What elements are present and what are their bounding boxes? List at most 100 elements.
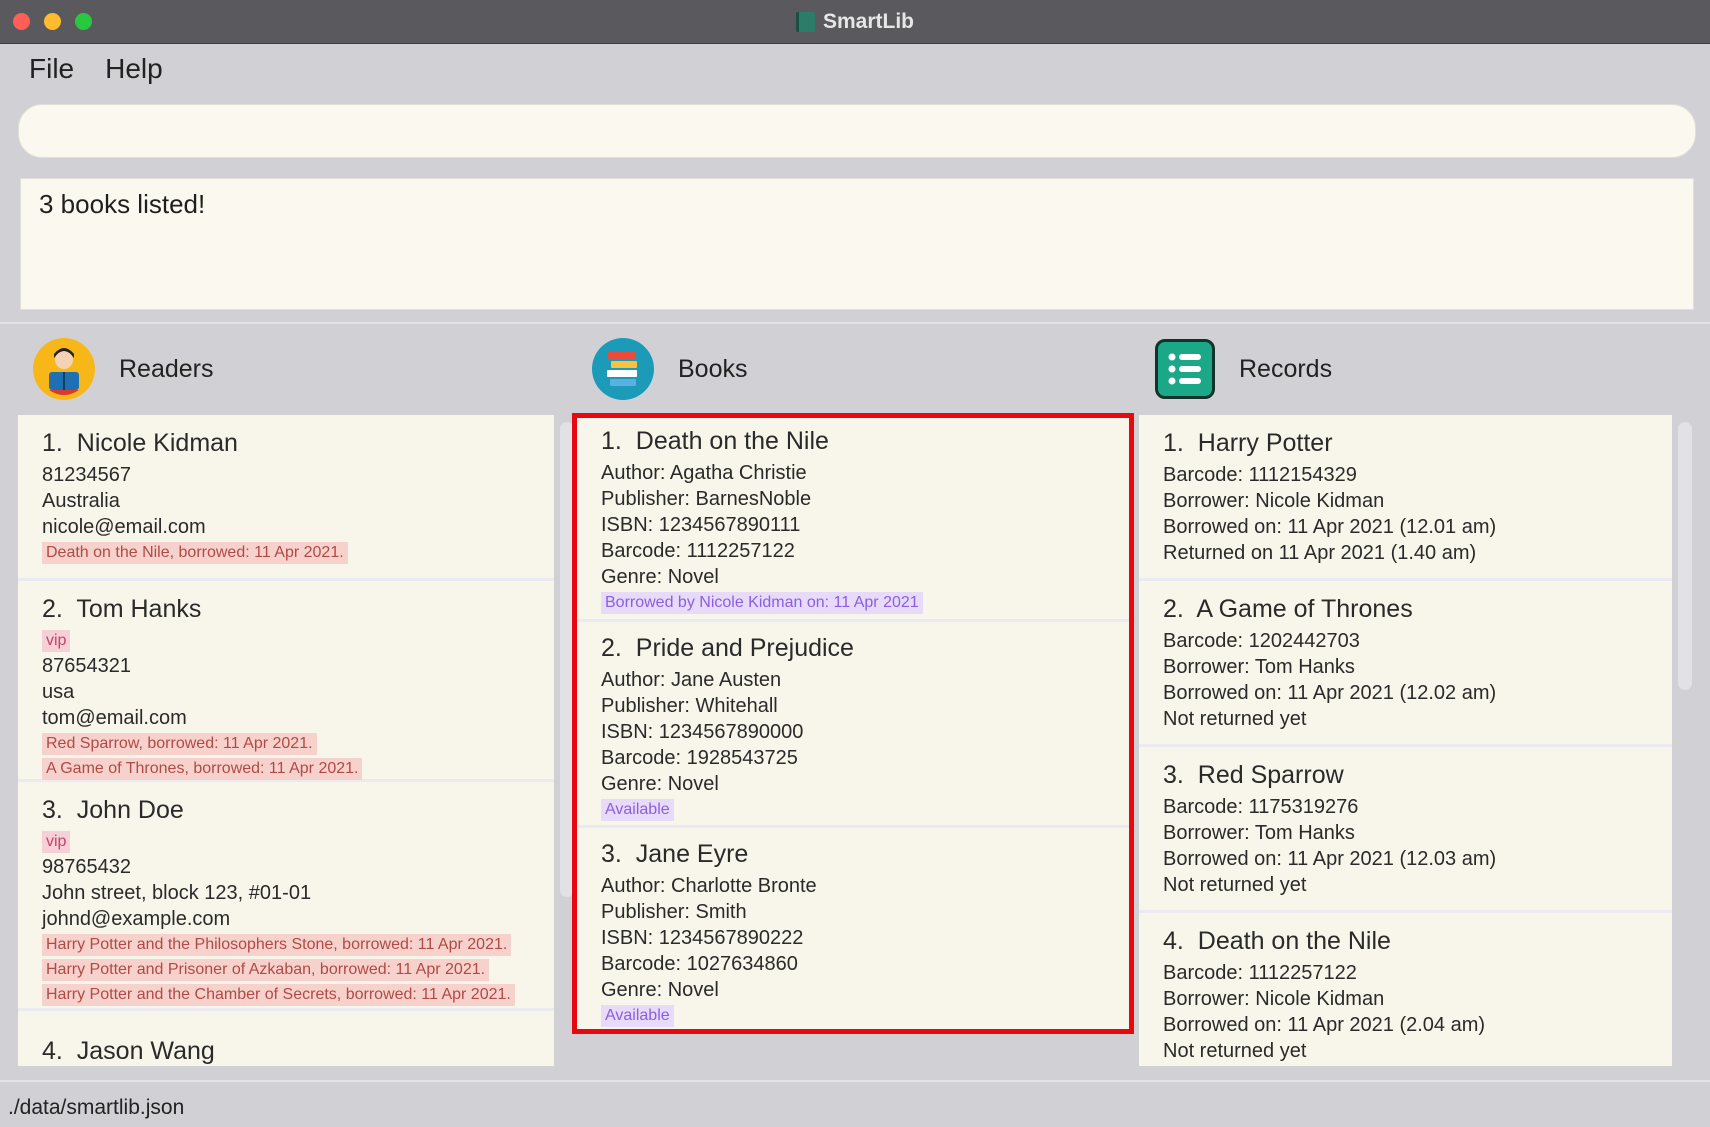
record-borrower: Borrower: Nicole Kidman <box>1163 988 1385 1010</box>
reader-name: 2. Tom Hanks <box>42 595 202 623</box>
reader-card[interactable]: 3. John Doe vip 98765432 John street, bl… <box>18 782 554 1011</box>
book-genre: Genre: Novel <box>601 566 719 588</box>
data-file-path: ./data/smartlib.json <box>8 1096 185 1119</box>
status-bar: ./data/smartlib.json <box>0 1080 1710 1127</box>
book-status-tag: Available <box>601 799 674 821</box>
app-window: SmartLib File Help 3 books listed! Reade… <box>0 0 1710 1127</box>
record-borrowed-on: Borrowed on: 11 Apr 2021 (2.04 am) <box>1163 1014 1486 1036</box>
book-barcode: Barcode: 1112257122 <box>601 540 795 562</box>
reader-email: tom@email.com <box>42 707 187 729</box>
books-title: Books <box>678 354 748 383</box>
record-title: 4. Death on the Nile <box>1163 927 1391 955</box>
record-barcode: Barcode: 1112154329 <box>1163 464 1357 486</box>
book-isbn: ISBN: 1234567890111 <box>601 514 801 536</box>
book-publisher: Publisher: Smith <box>601 901 747 923</box>
books-header: Books <box>592 337 747 401</box>
borrowed-book-tag: Death on the Nile, borrowed: 11 Apr 2021… <box>42 542 348 564</box>
record-barcode: Barcode: 1175319276 <box>1163 796 1359 818</box>
record-returned: Not returned yet <box>1163 874 1307 896</box>
reader-email: nicole@email.com <box>42 516 206 538</box>
borrowed-book-tag: Red Sparrow, borrowed: 11 Apr 2021. <box>42 733 317 755</box>
readers-title: Readers <box>119 354 214 383</box>
readers-list[interactable]: 1. Nicole Kidman 81234567 Australia nico… <box>18 415 554 1066</box>
book-publisher: Publisher: Whitehall <box>601 695 778 717</box>
record-borrowed-on: Borrowed on: 11 Apr 2021 (12.01 am) <box>1163 516 1497 538</box>
book-isbn: ISBN: 1234567890222 <box>601 927 804 949</box>
command-box <box>18 104 1696 158</box>
readers-header: Readers <box>33 337 214 401</box>
list-icon <box>1155 339 1215 399</box>
book-genre: Genre: Novel <box>601 979 719 1001</box>
records-scrollbar[interactable] <box>1678 422 1692 690</box>
record-returned: Returned on 11 Apr 2021 (1.40 am) <box>1163 542 1477 564</box>
reader-phone: 98765432 <box>42 856 131 878</box>
book-title: 1. Death on the Nile <box>601 427 829 455</box>
book-card[interactable]: 1. Death on the Nile Author: Agatha Chri… <box>577 415 1129 622</box>
book-isbn: ISBN: 1234567890000 <box>601 721 804 743</box>
divider <box>0 322 1710 324</box>
borrowed-book-tag: Harry Potter and Prisoner of Azkaban, bo… <box>42 959 490 981</box>
record-title: 2. A Game of Thrones <box>1163 595 1413 623</box>
menu-help[interactable]: Help <box>105 53 163 85</box>
records-list[interactable]: 1. Harry Potter Barcode: 1112154329 Borr… <box>1139 415 1672 1066</box>
record-borrowed-on: Borrowed on: 11 Apr 2021 (12.03 am) <box>1163 848 1497 870</box>
reader-card[interactable]: 2. Tom Hanks vip 87654321 usa tom@email.… <box>18 581 554 782</box>
book-barcode: Barcode: 1027634860 <box>601 953 798 975</box>
record-card[interactable]: 4. Death on the Nile Barcode: 1112257122… <box>1139 913 1672 1066</box>
reader-name: 4. Jason Wang <box>42 1037 215 1065</box>
record-borrowed-on: Borrowed on: 11 Apr 2021 (12.02 am) <box>1163 682 1497 704</box>
vip-tag: vip <box>42 630 71 652</box>
book-author: Author: Charlotte Bronte <box>601 875 817 897</box>
borrowed-book-tag: A Game of Thrones, borrowed: 11 Apr 2021… <box>42 758 363 780</box>
records-header: Records <box>1155 337 1332 401</box>
borrowed-book-tag: Harry Potter and the Chamber of Secrets,… <box>42 984 515 1006</box>
title-bar: SmartLib <box>0 0 1710 44</box>
record-returned: Not returned yet <box>1163 1040 1307 1062</box>
reader-phone: 81234567 <box>42 464 131 486</box>
record-returned: Not returned yet <box>1163 708 1307 730</box>
books-list[interactable]: 1. Death on the Nile Author: Agatha Chri… <box>577 415 1129 1033</box>
menu-file[interactable]: File <box>29 53 74 85</box>
record-card[interactable]: 1. Harry Potter Barcode: 1112154329 Borr… <box>1139 415 1672 581</box>
reader-address: usa <box>42 681 75 703</box>
record-barcode: Barcode: 1112257122 <box>1163 962 1357 984</box>
record-title: 1. Harry Potter <box>1163 429 1333 457</box>
record-title: 3. Red Sparrow <box>1163 761 1344 789</box>
reader-phone: 87654321 <box>42 655 131 677</box>
book-genre: Genre: Novel <box>601 773 719 795</box>
record-barcode: Barcode: 1202442703 <box>1163 630 1360 652</box>
books-stack-icon <box>592 338 654 400</box>
record-borrower: Borrower: Nicole Kidman <box>1163 490 1385 512</box>
book-author: Author: Jane Austen <box>601 669 782 691</box>
result-message: 3 books listed! <box>39 189 206 219</box>
book-author: Author: Agatha Christie <box>601 462 807 484</box>
book-status-tag: Available <box>601 1005 674 1027</box>
book-card[interactable]: 2. Pride and Prejudice Author: Jane Aust… <box>577 622 1129 828</box>
reader-address: Australia <box>42 490 120 512</box>
reader-card[interactable]: 4. Jason Wang <box>18 1011 554 1066</box>
book-icon <box>795 11 815 32</box>
borrowed-book-tag: Harry Potter and the Philosophers Stone,… <box>42 934 512 956</box>
reader-avatar-icon <box>33 338 95 400</box>
records-title: Records <box>1239 354 1333 383</box>
menu-bar: File Help <box>0 44 1710 94</box>
readers-scrollbar[interactable] <box>560 422 574 897</box>
book-barcode: Barcode: 1928543725 <box>601 747 798 769</box>
record-card[interactable]: 2. A Game of Thrones Barcode: 1202442703… <box>1139 581 1672 747</box>
reader-name: 1. Nicole Kidman <box>42 429 238 457</box>
reader-address: John street, block 123, #01-01 <box>42 882 312 904</box>
window-title: SmartLib <box>822 9 914 33</box>
record-borrower: Borrower: Tom Hanks <box>1163 656 1355 678</box>
book-card[interactable]: 3. Jane Eyre Author: Charlotte Bronte Pu… <box>577 828 1129 1033</box>
record-borrower: Borrower: Tom Hanks <box>1163 822 1355 844</box>
command-input[interactable] <box>19 105 1695 157</box>
vip-tag: vip <box>42 831 71 853</box>
book-title: 3. Jane Eyre <box>601 840 749 868</box>
record-card[interactable]: 3. Red Sparrow Barcode: 1175319276 Borro… <box>1139 747 1672 913</box>
book-title: 2. Pride and Prejudice <box>601 634 854 662</box>
reader-name: 3. John Doe <box>42 796 184 824</box>
book-status-tag: Borrowed by Nicole Kidman on: 11 Apr 202… <box>601 592 923 614</box>
window-title-group: SmartLib <box>0 0 1710 43</box>
result-display: 3 books listed! <box>20 178 1694 310</box>
reader-card[interactable]: 1. Nicole Kidman 81234567 Australia nico… <box>18 415 554 581</box>
